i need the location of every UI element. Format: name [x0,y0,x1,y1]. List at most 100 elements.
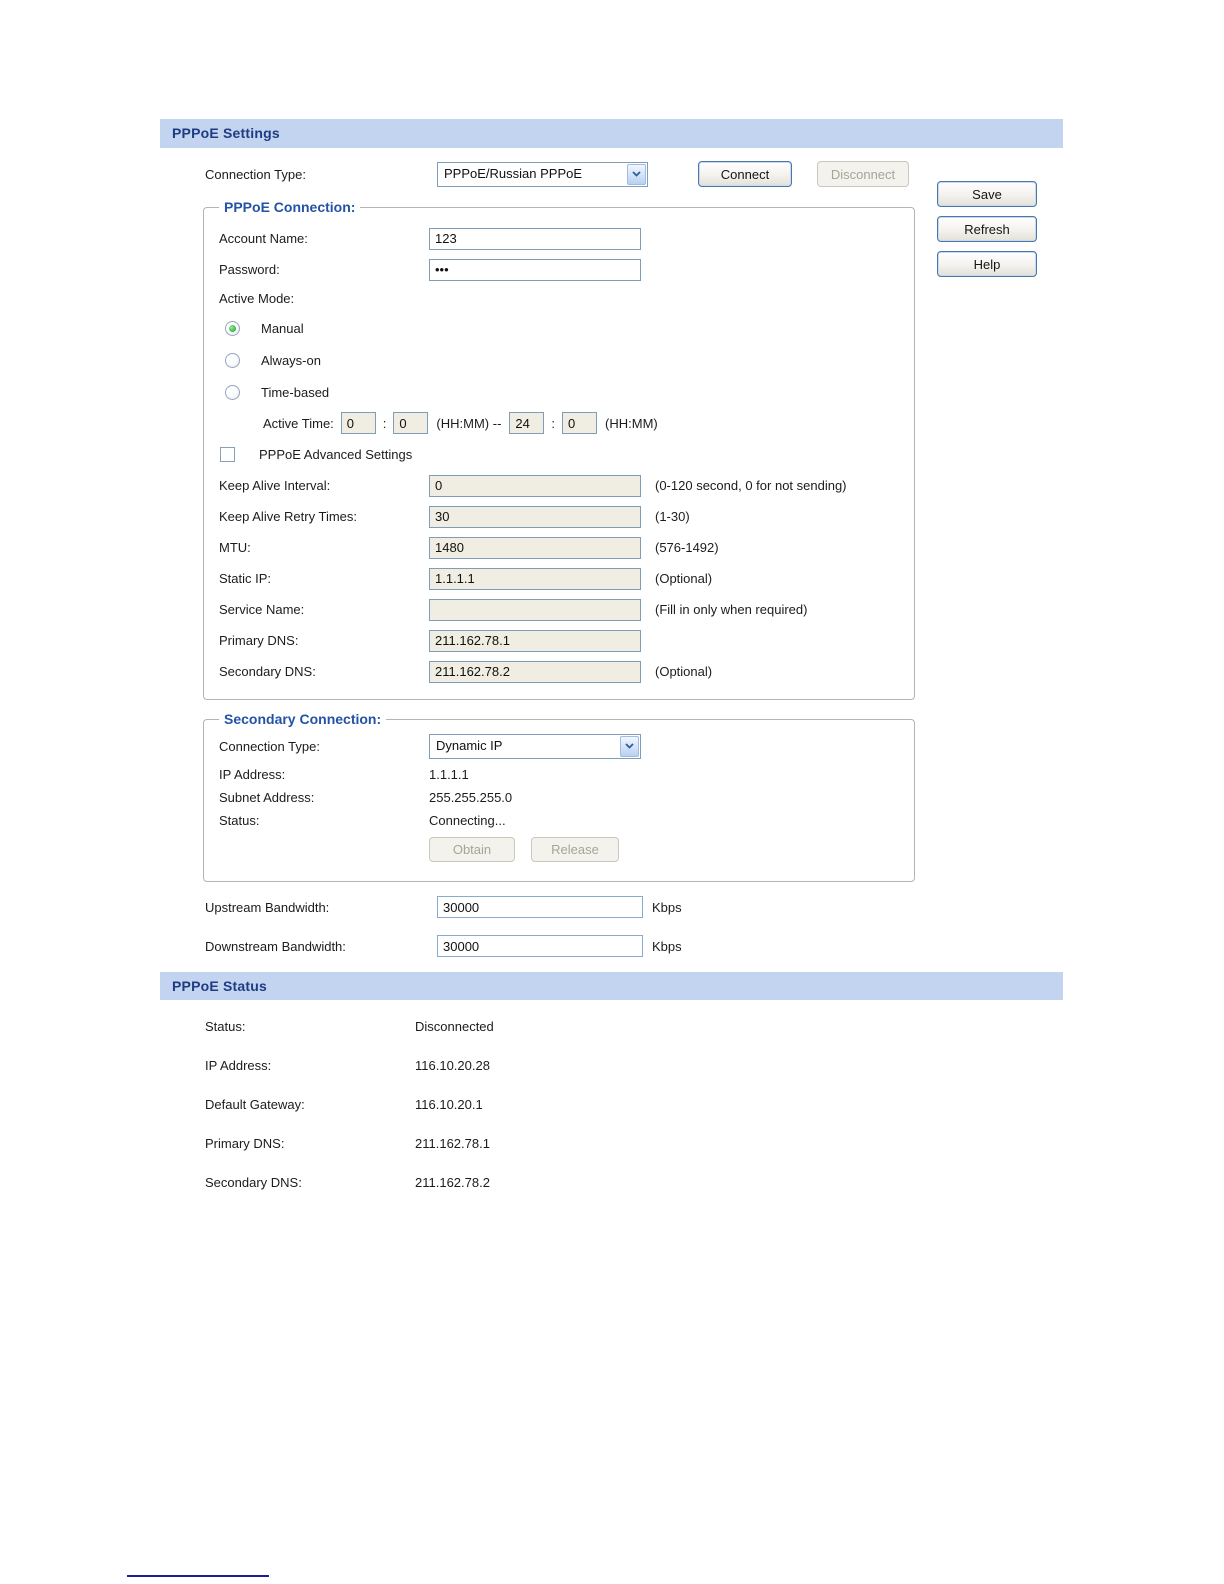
row-label: Status: [219,813,260,828]
radio-icon[interactable] [225,320,240,336]
primary-dns-row: Primary DNS: [204,625,914,656]
keep-alive-retry-input[interactable] [429,505,641,528]
active-mode-label: Active Mode: [219,291,295,306]
advanced-settings-label: PPPoE Advanced Settings [259,446,413,462]
secondary-connection-legend: Secondary Connection: [224,711,382,727]
row-value: 255.255.255.0 [429,790,513,805]
secondary-connection-type-select[interactable]: Dynamic IP [429,733,641,759]
pppoe-settings-header: PPPoE Settings [160,119,1063,148]
field-label: Service Name: [219,602,305,617]
connection-type-row: Connection Type: PPPoE/Russian PPPoE Con… [205,161,909,187]
keep-alive-interval-input[interactable] [429,474,641,497]
refresh-button[interactable]: Refresh [937,216,1037,242]
upstream-bandwidth-unit: Kbps [652,899,682,915]
upstream-bandwidth-label: Upstream Bandwidth: [205,899,330,915]
status-value: 211.162.78.2 [415,1174,490,1190]
obtain-button[interactable]: Obtain [429,836,515,862]
secondary-connection-type-value: Dynamic IP [436,737,503,753]
radio-icon[interactable] [225,352,240,368]
password-input[interactable] [429,258,641,281]
pppoe-connection-fieldset: PPPoE Connection: Account Name: Password… [203,199,915,700]
field-hint: (Fill in only when required) [655,602,808,617]
status-value: 116.10.20.28 [415,1057,490,1073]
service-name-input[interactable] [429,598,641,621]
pppoe-status-header: PPPoE Status [160,972,1063,1000]
radio-icon[interactable] [225,384,240,400]
status-row: Default Gateway: 116.10.20.1 [205,1092,494,1116]
mtu-input[interactable] [429,536,641,559]
help-button[interactable]: Help [937,251,1037,277]
advanced-settings-row[interactable]: PPPoE Advanced Settings [204,438,914,470]
disconnect-button[interactable]: Disconnect [817,161,909,187]
status-label: IP Address: [205,1057,272,1073]
service-name-row: Service Name: (Fill in only when require… [204,594,914,625]
secondary-dns-input[interactable] [429,660,641,683]
status-row: Secondary DNS: 211.162.78.2 [205,1170,494,1194]
upstream-bandwidth-input[interactable] [437,896,643,918]
advanced-settings-checkbox[interactable] [220,446,235,462]
active-time-start-hour-input[interactable] [340,412,376,434]
secondary-subnet-row: Subnet Address: 255.255.255.0 [204,786,914,809]
field-hint: (Optional) [655,664,713,679]
status-value: 211.162.78.1 [415,1135,490,1151]
downstream-bandwidth-label: Downstream Bandwidth: [205,938,346,954]
static-ip-row: Static IP: (Optional) [204,563,914,594]
time-colon: : [551,415,556,431]
keep-alive-retry-row: Keep Alive Retry Times: (1-30) [204,501,914,532]
pppoe-connection-legend: PPPoE Connection: [224,199,356,215]
active-mode-option-always-on[interactable]: Always-on [204,344,914,376]
downstream-bandwidth-row: Downstream Bandwidth: Kbps [205,933,682,959]
connection-type-select[interactable]: PPPoE/Russian PPPoE [437,161,648,187]
side-buttons: Save Refresh Help [937,181,1037,277]
radio-label: Always-on [261,352,321,368]
field-hint: (1-30) [655,509,690,524]
active-mode-option-manual[interactable]: Manual [204,312,914,344]
status-label: Primary DNS: [205,1135,285,1151]
connect-button[interactable]: Connect [698,161,792,187]
secondary-status-row: Status: Connecting... [204,809,914,832]
field-label: Secondary DNS: [219,664,316,679]
secondary-connection-type-row: Connection Type: Dynamic IP [204,729,914,763]
chevron-down-icon[interactable] [627,163,646,185]
field-label: Primary DNS: [219,633,299,648]
primary-dns-input[interactable] [429,629,641,652]
field-hint: (0-120 second, 0 for not sending) [655,478,847,493]
status-label: Default Gateway: [205,1096,305,1112]
static-ip-input[interactable] [429,567,641,590]
row-value: 1.1.1.1 [429,767,469,782]
chevron-down-icon[interactable] [620,735,639,757]
field-hint: (Optional) [655,571,713,586]
active-mode-row: Active Mode: [204,285,914,312]
status-value: 116.10.20.1 [415,1096,483,1112]
downstream-bandwidth-input[interactable] [437,935,643,957]
active-mode-option-time-based[interactable]: Time-based [204,376,914,408]
active-time-label: Active Time: [263,415,334,431]
field-label: MTU: [219,540,251,555]
upstream-bandwidth-row: Upstream Bandwidth: Kbps [205,894,682,920]
radio-label: Time-based [261,384,330,400]
active-time-end-minute-input[interactable] [562,412,598,434]
downstream-bandwidth-unit: Kbps [652,938,682,954]
connection-type-selected-value: PPPoE/Russian PPPoE [444,165,583,181]
row-value: Connecting... [429,813,506,828]
save-button[interactable]: Save [937,181,1037,207]
account-name-input[interactable] [429,227,641,250]
password-row: Password: [204,254,914,285]
secondary-buttons-row: Obtain Release [204,832,914,866]
hhmm-separator: (HH:MM) -- [436,415,502,431]
secondary-connection-fieldset: Secondary Connection: Connection Type: D… [203,711,915,882]
status-value: Disconnected [415,1018,494,1034]
time-colon: : [382,415,387,431]
bottom-rule [127,1575,269,1577]
status-row: Status: Disconnected [205,1014,494,1038]
field-label: Static IP: [219,571,272,586]
account-name-row: Account Name: [204,223,914,254]
release-button[interactable]: Release [531,836,619,862]
mtu-row: MTU: (576-1492) [204,532,914,563]
pppoe-status-list: Status: Disconnected IP Address: 116.10.… [205,1014,494,1209]
account-name-label: Account Name: [219,231,308,246]
keep-alive-interval-row: Keep Alive Interval: (0-120 second, 0 fo… [204,470,914,501]
active-time-start-minute-input[interactable] [393,412,429,434]
secondary-ip-row: IP Address: 1.1.1.1 [204,763,914,786]
active-time-end-hour-input[interactable] [509,412,545,434]
